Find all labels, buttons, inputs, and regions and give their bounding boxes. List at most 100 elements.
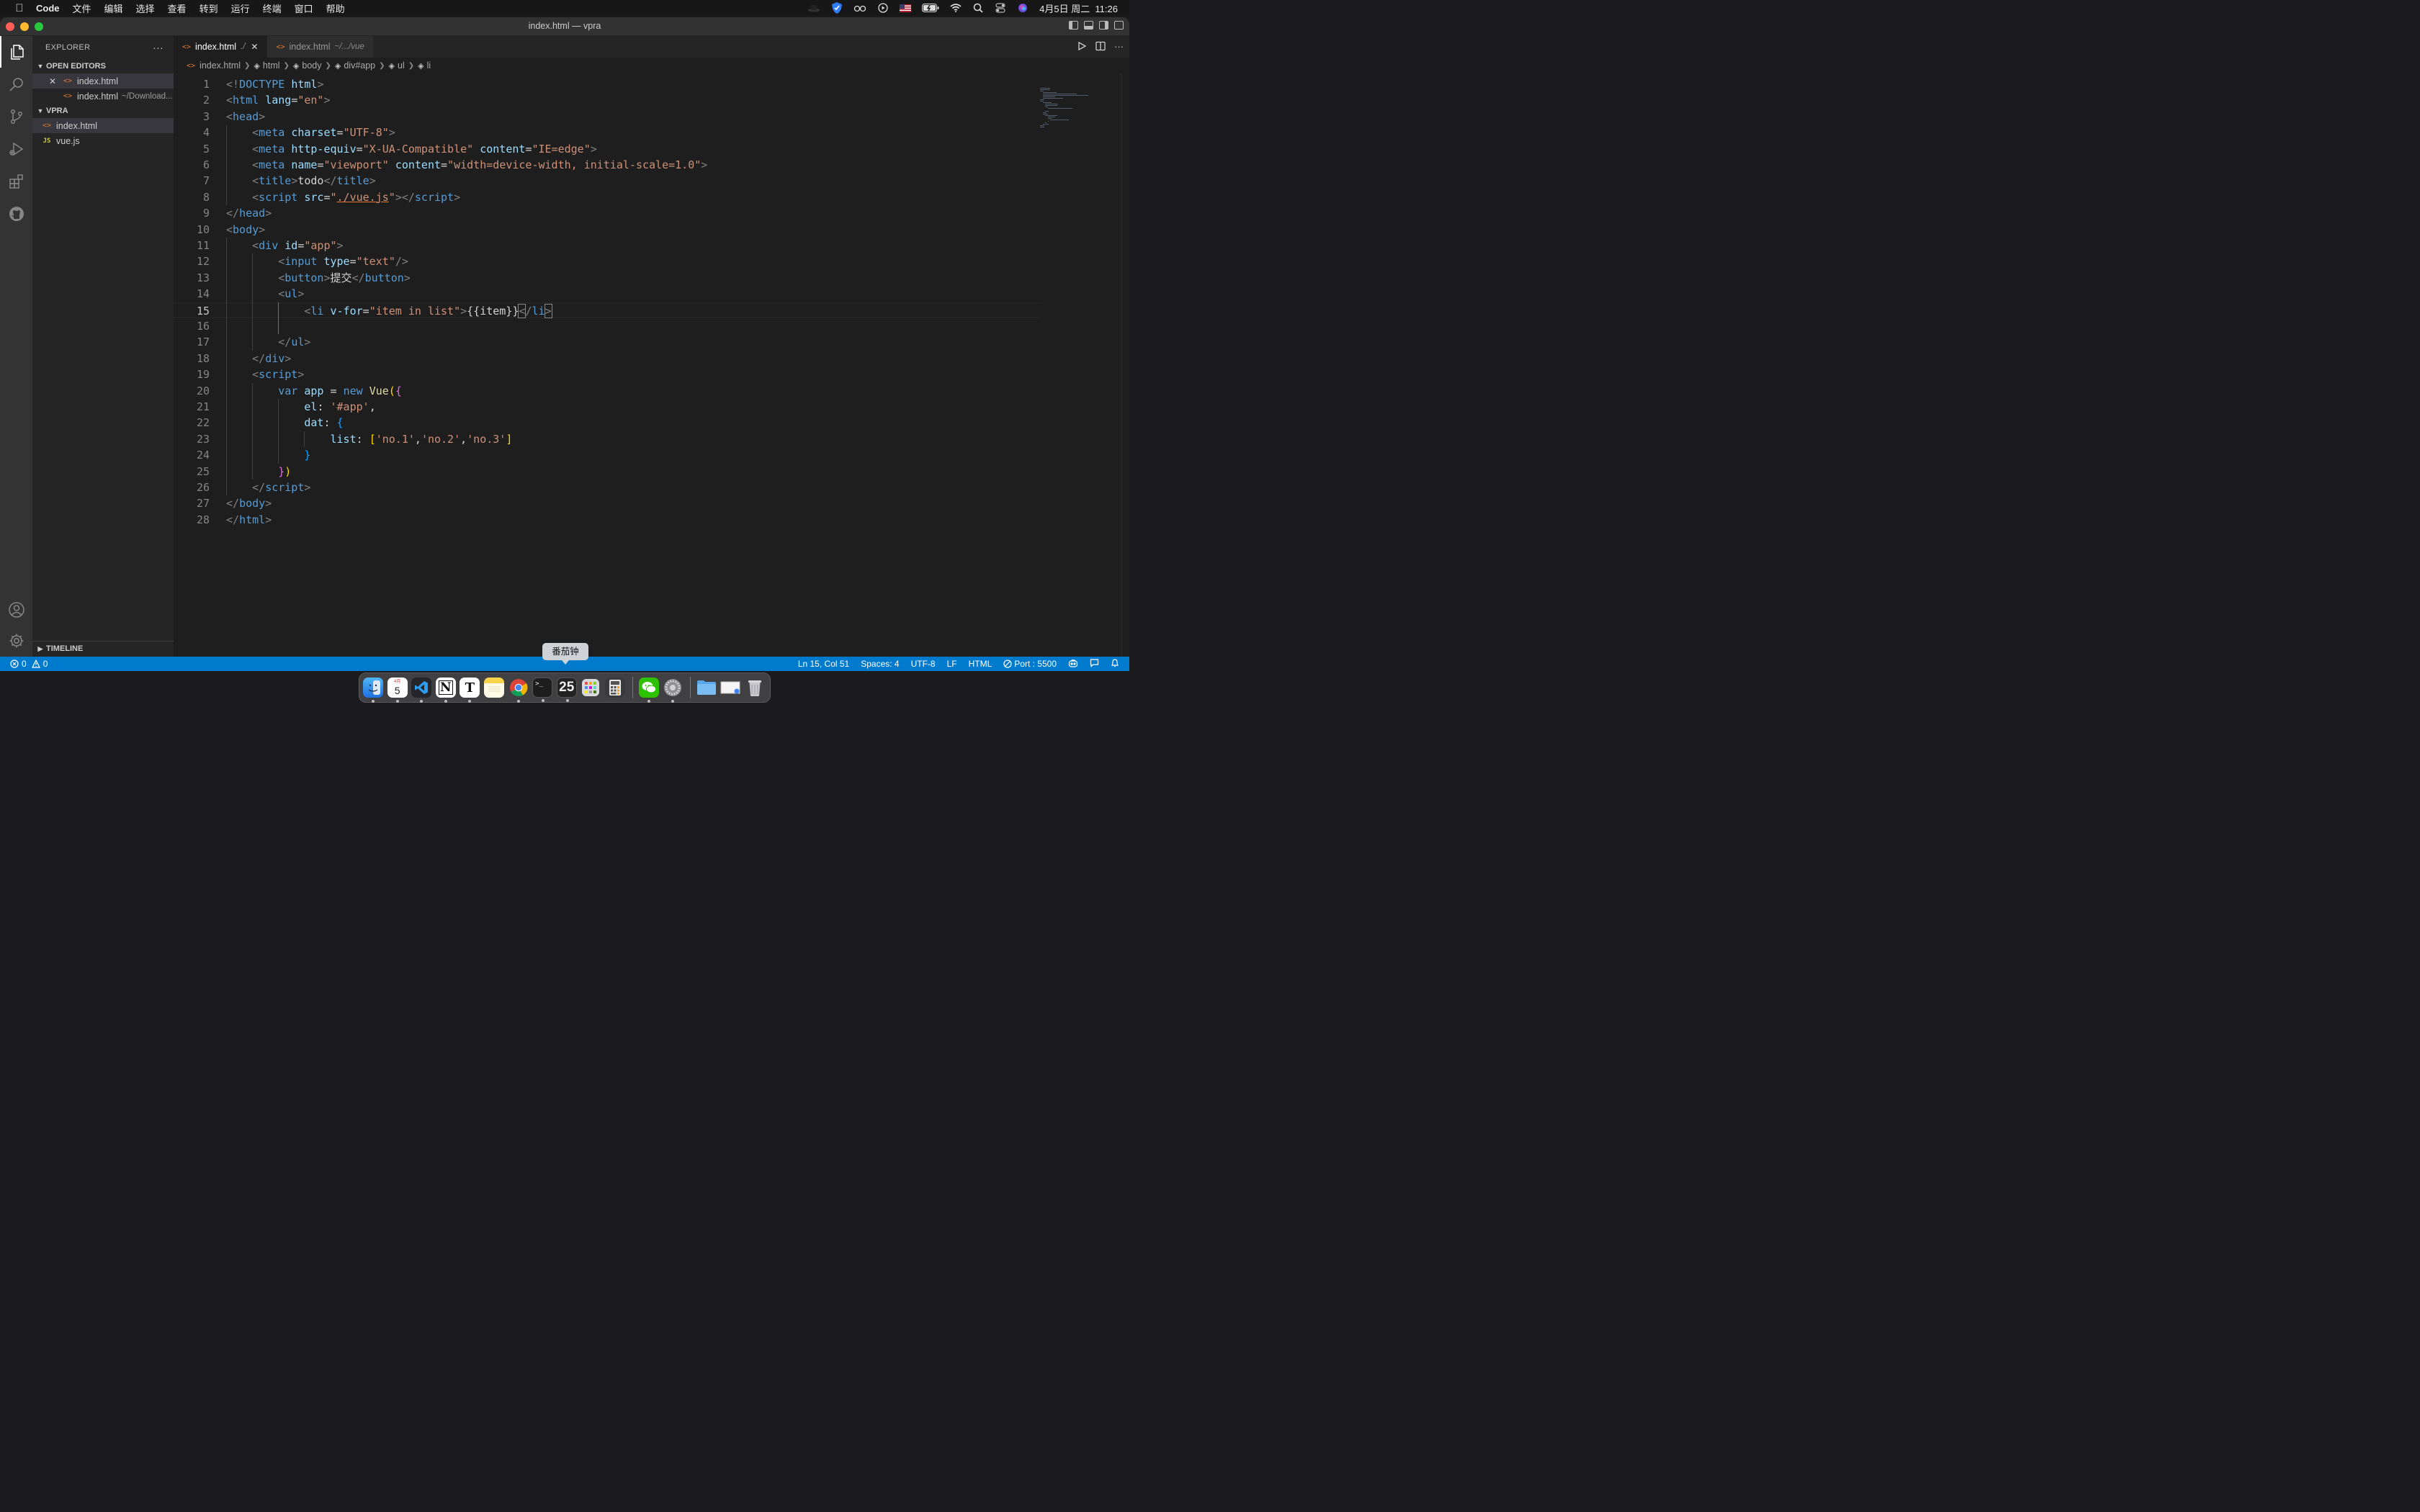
indentation[interactable]: Spaces: 4	[861, 659, 899, 669]
wifi-icon[interactable]	[950, 2, 962, 14]
timer-icon[interactable]: 25	[556, 678, 577, 702]
extensions-icon[interactable]	[0, 166, 32, 197]
code-line[interactable]: 2 <html lang="en">	[174, 92, 1039, 108]
end-of-line[interactable]: LF	[947, 659, 957, 669]
close-tab-icon[interactable]: ✕	[251, 42, 258, 52]
breadcrumb-item[interactable]: li	[427, 60, 431, 71]
terminal-icon[interactable]: >_	[532, 678, 553, 702]
timeline-section[interactable]: ▶ TIMELINE	[32, 641, 174, 657]
toggle-panel-icon[interactable]	[1084, 21, 1093, 30]
menu-view[interactable]: 查看	[168, 1, 187, 15]
trash-icon[interactable]	[745, 678, 765, 698]
hat-icon[interactable]	[807, 2, 820, 14]
file-item-vue-js[interactable]: JS vue.js	[32, 133, 174, 148]
code-line[interactable]: 26 </script>	[174, 480, 1039, 495]
notifications-bell-icon[interactable]	[1111, 658, 1119, 670]
copilot-icon[interactable]	[1068, 659, 1078, 670]
menu-file[interactable]: 文件	[73, 1, 91, 15]
minimap[interactable]	[1040, 73, 1119, 127]
menu-terminal[interactable]: 终端	[263, 1, 282, 15]
tab-index-html-active[interactable]: <> index.html ./ ✕	[174, 36, 268, 58]
code-line[interactable]: 3 <head>	[174, 109, 1039, 125]
split-editor-icon[interactable]	[1095, 41, 1106, 53]
shield-icon[interactable]	[831, 2, 843, 14]
app-menu[interactable]: Code	[36, 3, 60, 14]
code-line[interactable]: 16	[174, 318, 1039, 334]
code-line[interactable]: 6 <meta name="viewport" content="width=d…	[174, 157, 1039, 173]
launchpad-icon[interactable]	[581, 678, 601, 698]
toggle-primary-sidebar-icon[interactable]	[1069, 21, 1078, 30]
breadcrumb-item[interactable]: html	[263, 60, 280, 71]
menu-help[interactable]: 帮助	[326, 1, 345, 15]
open-editors-section[interactable]: ▼ OPEN EDITORS	[32, 59, 174, 73]
run-and-debug-icon[interactable]	[0, 133, 32, 165]
menu-go[interactable]: 转到	[200, 1, 218, 15]
code-line[interactable]: 15 <li v-for="item in list">{{item}}</li…	[174, 302, 1039, 318]
code-editor[interactable]: 1 <!DOCTYPE html> 2 <html lang="en"> 3 <head>…	[174, 73, 1129, 657]
wechat-icon[interactable]	[638, 678, 659, 703]
folder-section-vpra[interactable]: ▼ VPRA	[32, 104, 174, 118]
calculator-icon[interactable]	[604, 678, 625, 698]
tab-index-html-vue[interactable]: <> index.html ~/.../vue	[267, 36, 374, 58]
code-line[interactable]: 5 <meta http-equiv="X-UA-Compatible" con…	[174, 141, 1039, 157]
code-line[interactable]: 17 </ul>	[174, 334, 1039, 350]
more-actions-icon[interactable]: ···	[153, 42, 163, 53]
spotlight-search-icon[interactable]	[972, 2, 984, 14]
system-preferences-icon[interactable]	[663, 678, 683, 703]
search-icon[interactable]	[0, 68, 32, 100]
finder-icon[interactable]	[363, 678, 383, 703]
open-editor-item[interactable]: ✕ <> index.html	[32, 73, 174, 89]
menu-window[interactable]: 窗口	[295, 1, 313, 15]
language-mode[interactable]: HTML	[969, 659, 992, 669]
breadcrumb-item[interactable]: index.html	[200, 60, 241, 71]
code-line[interactable]: 23 list: ['no.1','no.2','no.3']	[174, 431, 1039, 447]
play-circle-icon[interactable]	[877, 2, 889, 14]
code-line[interactable]: 24 }	[174, 447, 1039, 463]
code-line[interactable]: 12 <input type="text"/>	[174, 253, 1039, 269]
github-icon[interactable]	[0, 198, 32, 230]
code-line[interactable]: 28 </html>	[174, 512, 1039, 528]
breadcrumb-item[interactable]: div#app	[344, 60, 375, 71]
close-icon[interactable]: ✕	[48, 76, 57, 86]
calendar-icon[interactable]: 4月 5	[387, 678, 408, 703]
file-item-index-html[interactable]: <> index.html	[32, 118, 174, 133]
customize-layout-icon[interactable]	[1114, 21, 1124, 30]
notes-icon[interactable]	[483, 678, 504, 698]
run-icon[interactable]	[1077, 41, 1087, 53]
breadcrumb-item[interactable]: body	[302, 60, 321, 71]
breadcrumb-item[interactable]: ul	[398, 60, 405, 71]
code-line[interactable]: 18 </div>	[174, 351, 1039, 366]
more-actions-icon[interactable]: ···	[1114, 41, 1124, 53]
live-server-port[interactable]: Port : 5500	[1003, 659, 1057, 669]
code-line[interactable]: 7 <title>todo</title>	[174, 173, 1039, 189]
glasses-icon[interactable]	[853, 2, 866, 14]
feedback-icon[interactable]	[1090, 658, 1099, 670]
explorer-icon[interactable]	[0, 36, 32, 68]
problems-indicator[interactable]: 0 0	[10, 659, 48, 669]
us-flag-icon[interactable]	[900, 2, 912, 14]
cursor-position[interactable]: Ln 15, Col 51	[798, 659, 849, 669]
toggle-secondary-sidebar-icon[interactable]	[1099, 21, 1108, 30]
settings-gear-icon[interactable]	[0, 625, 32, 657]
chrome-icon[interactable]	[508, 678, 529, 703]
source-control-icon[interactable]	[0, 101, 32, 132]
open-editor-item[interactable]: <> index.html ~/Download...	[32, 89, 174, 104]
code-line[interactable]: 10 <body>	[174, 222, 1039, 238]
encoding[interactable]: UTF-8	[911, 659, 936, 669]
menu-selection[interactable]: 选择	[136, 1, 155, 15]
code-line[interactable]: 4 <meta charset="UTF-8">	[174, 125, 1039, 140]
code-line[interactable]: 9 </head>	[174, 205, 1039, 221]
code-line[interactable]: 21 el: '#app',	[174, 399, 1039, 415]
folder-icon[interactable]	[696, 678, 717, 698]
vertical-scrollbar[interactable]	[1121, 73, 1129, 657]
notion-icon[interactable]: N	[435, 678, 456, 703]
menu-edit[interactable]: 编辑	[104, 1, 123, 15]
code-line[interactable]: 8 <script src="./vue.js"></script>	[174, 189, 1039, 205]
code-line[interactable]: 1 <!DOCTYPE html>	[174, 76, 1039, 92]
menu-run[interactable]: 运行	[231, 1, 250, 15]
code-line[interactable]: 20 var app = new Vue({	[174, 383, 1039, 399]
preview-icon[interactable]	[720, 678, 740, 698]
code-line[interactable]: 22 dat: {	[174, 415, 1039, 431]
control-center-icon[interactable]	[995, 2, 1006, 14]
siri-icon[interactable]	[1017, 2, 1028, 14]
